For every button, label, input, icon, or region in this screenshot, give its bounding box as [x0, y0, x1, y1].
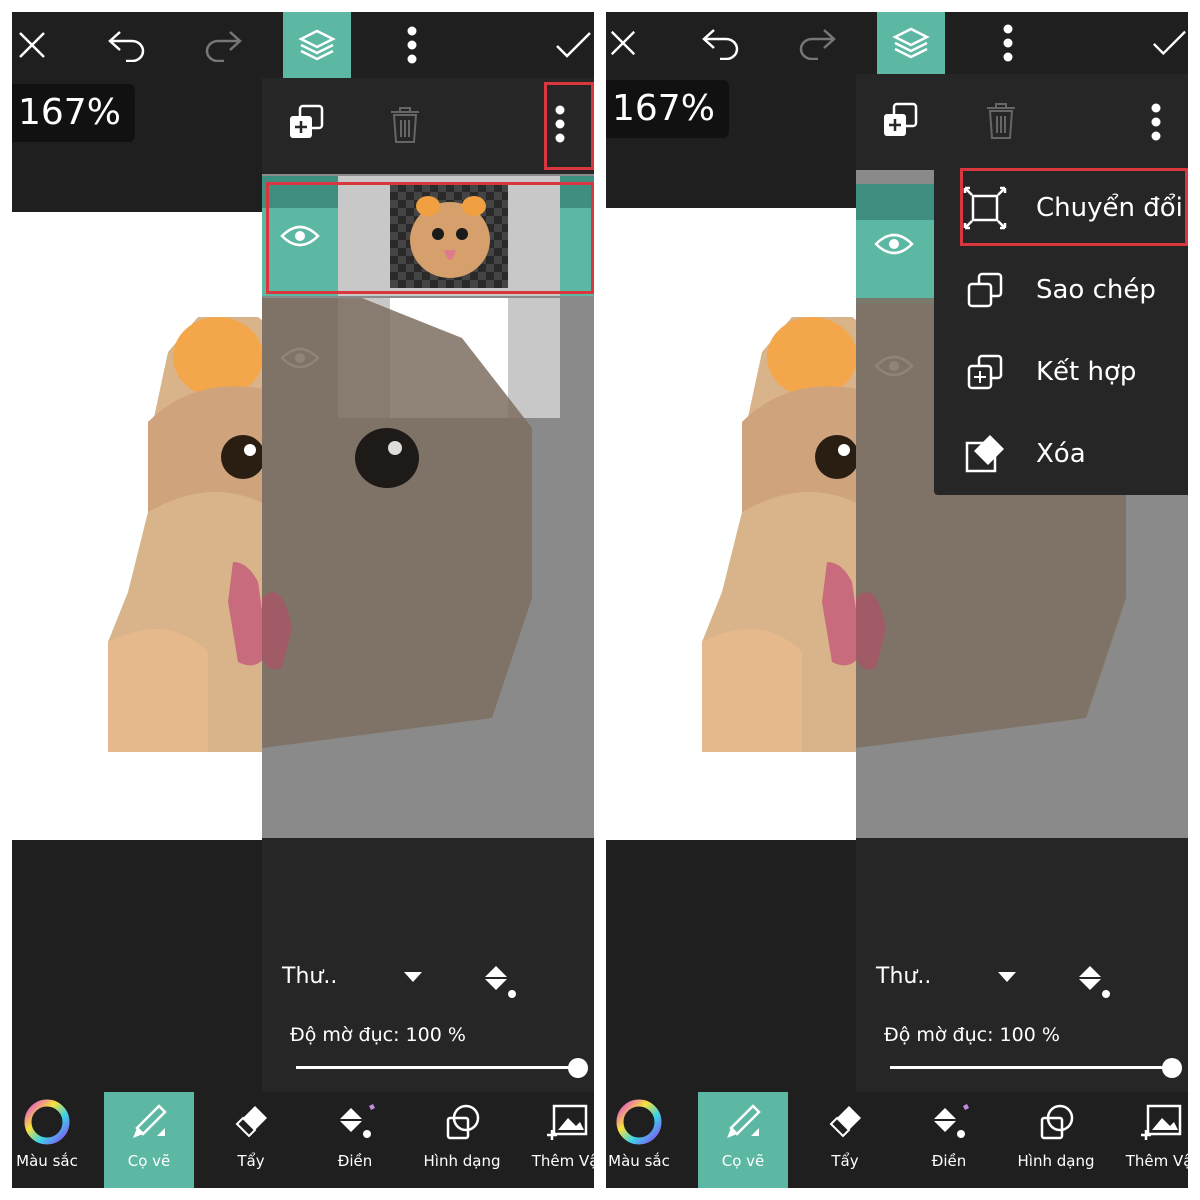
opacity-slider-track[interactable] — [890, 1066, 1172, 1069]
tool-color[interactable]: Màu sắc — [12, 1092, 92, 1188]
opacity-slider-knob[interactable] — [568, 1058, 588, 1078]
menu-label: Kết hợp — [1036, 357, 1137, 387]
tool-color[interactable]: Màu sắc — [606, 1092, 684, 1188]
tool-label: Thêm Vật — [1125, 1152, 1188, 1170]
highlight-more-button — [544, 82, 594, 170]
tool-eraser[interactable]: Tẩy — [800, 1092, 890, 1188]
highlight-transform-item — [960, 168, 1188, 246]
checkmark-icon[interactable] — [552, 12, 594, 78]
screenshot-left: 167% Thư.. Độ mờ đục: 100 % Màu sắc Cọ v… — [12, 12, 594, 1188]
blend-mode-dropdown[interactable]: Thư.. — [876, 964, 1017, 989]
tool-label: Thêm Vật — [531, 1152, 594, 1170]
highlight-layer-row — [266, 182, 594, 294]
trash-icon[interactable] — [984, 102, 1018, 144]
undo-icon[interactable] — [696, 12, 746, 74]
layer-more-icon[interactable] — [1150, 102, 1162, 146]
layers-button[interactable] — [283, 12, 351, 78]
blend-mode-dropdown[interactable]: Thư.. — [282, 964, 423, 989]
tool-shape[interactable]: Hình dạng — [1006, 1092, 1106, 1188]
add-layer-icon[interactable] — [880, 100, 920, 144]
add-image-icon — [1141, 1104, 1182, 1140]
fill-bucket-icon — [933, 1104, 969, 1138]
fill-opacity-icon[interactable] — [478, 960, 518, 1004]
menu-label: Xóa — [1036, 439, 1086, 469]
color-wheel-icon — [24, 1099, 70, 1145]
menu-item-duplicate[interactable]: Sao chép — [934, 249, 1188, 331]
tool-fill[interactable]: Điền — [904, 1092, 994, 1188]
tool-label: Điền — [337, 1152, 373, 1170]
chevron-down-icon — [404, 972, 423, 982]
top-toolbar — [606, 12, 1188, 74]
close-icon[interactable] — [606, 12, 640, 74]
merge-icon — [967, 354, 1003, 390]
close-icon[interactable] — [12, 12, 52, 78]
layers-panel-empty — [262, 838, 594, 924]
tool-brush[interactable]: Cọ vẽ — [698, 1092, 788, 1188]
blend-mode-value: Thư.. — [282, 964, 338, 989]
more-vertical-icon[interactable] — [988, 12, 1028, 74]
redo-icon[interactable] — [198, 12, 248, 78]
layer-properties: Thư.. Độ mờ đục: 100 % — [262, 924, 594, 1092]
shape-icon — [1040, 1104, 1074, 1140]
layers-toolbar — [856, 74, 1188, 170]
redo-icon[interactable] — [792, 12, 842, 74]
screenshot-right: 167% Thư.. Độ mờ đục: 100 % Chuyển đổi S… — [606, 12, 1188, 1188]
tool-label: Tẩy — [237, 1152, 265, 1170]
checkmark-icon[interactable] — [1150, 12, 1188, 74]
chevron-down-icon — [998, 972, 1017, 982]
layer-properties: Thư.. Độ mờ đục: 100 % — [856, 924, 1188, 1092]
eye-icon[interactable] — [856, 184, 931, 304]
tool-label: Hình dạng — [1017, 1152, 1095, 1170]
opacity-label: Độ mờ đục: 100 % — [290, 1024, 466, 1046]
blend-mode-value: Thư.. — [876, 964, 932, 989]
tool-add-image[interactable]: Thêm Vật — [1112, 1092, 1188, 1188]
zoom-level: 167% — [12, 84, 135, 142]
eraser-icon — [235, 1106, 267, 1138]
tool-fill[interactable]: Điền — [310, 1092, 400, 1188]
cat-sticker-behind-panel — [262, 298, 532, 748]
opacity-label: Độ mờ đục: 100 % — [884, 1024, 1060, 1046]
fill-bucket-icon — [339, 1104, 375, 1138]
tool-add-image[interactable]: Thêm Vật — [518, 1092, 594, 1188]
add-image-icon — [547, 1104, 588, 1140]
brush-icon — [133, 1104, 167, 1138]
cat-sticker-image — [108, 317, 278, 752]
bottom-toolbar: Màu sắc Cọ vẽ Tẩy Điền Hình dạng Thêm Vậ… — [606, 1092, 1188, 1188]
more-vertical-icon[interactable] — [392, 12, 432, 78]
tool-shape[interactable]: Hình dạng — [412, 1092, 512, 1188]
tool-label: Màu sắc — [608, 1152, 670, 1170]
layers-panel-empty — [856, 838, 1188, 924]
bottom-toolbar: Màu sắc Cọ vẽ Tẩy Điền Hình dạng Thêm Vậ… — [12, 1092, 594, 1188]
layers-icon — [892, 27, 930, 59]
tool-label: Hình dạng — [423, 1152, 501, 1170]
shape-icon — [446, 1104, 480, 1140]
tool-label: Màu sắc — [16, 1152, 78, 1170]
menu-item-merge[interactable]: Kết hợp — [934, 331, 1188, 413]
tool-eraser[interactable]: Tẩy — [206, 1092, 296, 1188]
opacity-slider-track[interactable] — [296, 1066, 578, 1069]
tool-label: Cọ vẽ — [721, 1152, 765, 1170]
brush-icon — [727, 1104, 761, 1138]
duplicate-icon — [967, 272, 1003, 308]
top-toolbar — [12, 12, 594, 78]
tool-label: Cọ vẽ — [127, 1152, 171, 1170]
zoom-level: 167% — [606, 80, 729, 138]
undo-icon[interactable] — [102, 12, 152, 78]
add-layer-icon[interactable] — [286, 102, 326, 146]
tool-label: Tẩy — [831, 1152, 859, 1170]
color-wheel-icon — [616, 1099, 662, 1145]
trash-icon[interactable] — [388, 106, 422, 148]
menu-label: Sao chép — [1036, 275, 1156, 305]
opacity-slider-knob[interactable] — [1162, 1058, 1182, 1078]
cat-sticker-image — [702, 317, 872, 752]
layers-icon — [298, 29, 336, 61]
layers-button[interactable] — [877, 12, 945, 74]
eraser-icon — [829, 1106, 861, 1138]
eraser-icon — [965, 435, 1004, 473]
tool-label: Điền — [931, 1152, 967, 1170]
menu-item-delete[interactable]: Xóa — [934, 413, 1188, 495]
tool-brush[interactable]: Cọ vẽ — [104, 1092, 194, 1188]
fill-opacity-icon[interactable] — [1072, 960, 1112, 1004]
